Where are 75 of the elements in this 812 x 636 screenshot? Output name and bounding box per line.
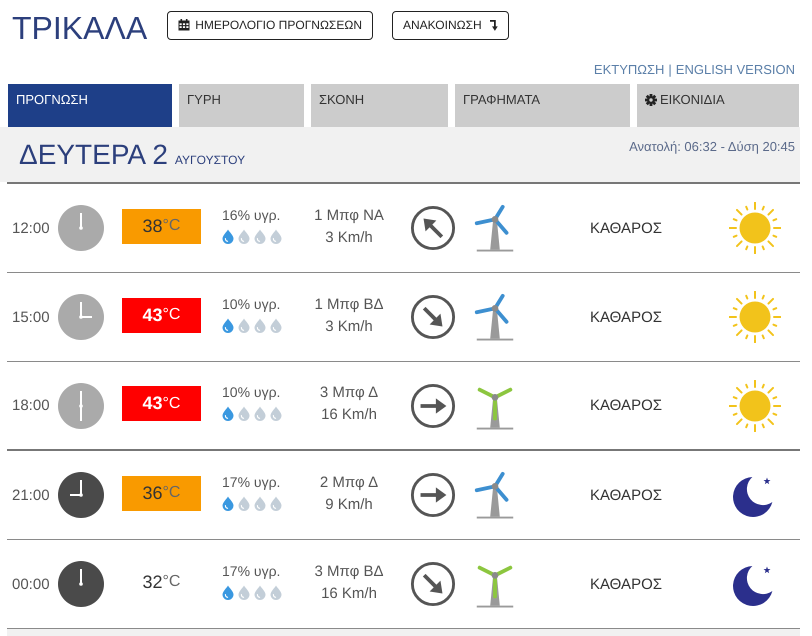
condition-label: ΚΑΘΑΡΟΣ	[590, 308, 662, 326]
month-label: ΑΥΓΟΥΣΤΟΥ	[174, 153, 246, 167]
sun-icon	[729, 380, 781, 432]
water-drop-icon	[238, 496, 250, 510]
wind-speed-label: 3 Km/h	[325, 228, 373, 248]
condition-label: ΚΑΘΑΡΟΣ	[590, 576, 662, 592]
sunrise-sunset-text: Ανατολή: 06:32 - Δύση 20:45	[629, 138, 796, 154]
temperature-value: 32°C	[142, 570, 182, 594]
arrow-circle-icon	[410, 205, 456, 251]
arrow-circle-icon	[410, 472, 456, 518]
time-label: 18:00	[12, 397, 51, 414]
wind-force-label: 3 Μπφ ΒΔ	[314, 562, 384, 582]
day-date: ΔΕΥΤΕΡΑ 2	[19, 139, 168, 171]
water-drop-icon	[222, 318, 234, 332]
header-link[interactable]: ΕΚΤΥΠΩΣΗ	[594, 62, 664, 77]
condition-label: ΚΑΘΑΡΟΣ	[590, 220, 662, 236]
water-drop-icon	[238, 228, 250, 244]
arrow-circle-icon	[410, 382, 456, 428]
sun-icon	[729, 291, 781, 343]
temperature-value: 43°C	[122, 386, 201, 421]
wind-force-label: 1 Μπφ ΝΑ	[314, 206, 384, 226]
humidity-label: 17% υγρ.	[222, 474, 280, 490]
calendar-icon	[178, 19, 190, 31]
water-drop-icon	[222, 406, 234, 421]
condition-label: ΚΑΘΑΡΟΣ	[590, 397, 662, 414]
water-drop-icon	[254, 584, 266, 600]
humidity-label: 10% υγρ.	[222, 296, 280, 312]
temperature-value: 43°C	[122, 298, 201, 332]
condition-label: ΚΑΘΑΡΟΣ	[590, 486, 662, 504]
link-separator: |	[668, 62, 672, 77]
tab[interactable]: ΣΚΟΝΗ	[311, 84, 448, 127]
water-drop-icon	[270, 228, 282, 244]
water-drop-icon	[270, 318, 282, 332]
water-drop-icon	[222, 228, 234, 244]
announcement-button[interactable]: ΑΝΑΚΟΙΝΩΣΗ	[392, 10, 509, 40]
tab[interactable]: ΕΙΚΟΝΙΔΙΑ	[637, 84, 799, 127]
water-drop-icon	[270, 584, 282, 600]
turn-down-arrow-icon	[490, 20, 498, 30]
wind-speed-label: 3 Km/h	[325, 316, 373, 336]
wind-force-label: 1 Μπφ ΒΔ	[314, 294, 384, 314]
temperature-value: 38°C	[122, 208, 201, 244]
water-drop-icon	[254, 228, 266, 244]
water-drop-icon	[238, 584, 250, 600]
wind-speed-label: 16 Km/h	[321, 405, 377, 425]
water-drop-icon	[222, 496, 234, 510]
wind-force-label: 2 Μπφ Δ	[320, 472, 378, 492]
temperature-value: 36°C	[122, 476, 201, 510]
water-drop-icon	[238, 318, 250, 332]
water-drop-icon	[254, 496, 266, 510]
wind-force-label: 3 Μπφ Δ	[320, 383, 378, 403]
tab[interactable]: ΓΥΡΗ	[179, 84, 304, 127]
arrow-circle-icon	[410, 561, 456, 607]
water-drop-icon	[270, 406, 282, 421]
water-drop-icon	[222, 584, 234, 600]
water-drop-icon	[270, 496, 282, 510]
tab[interactable]: ΠΡΟΓΝΩΣΗ	[8, 84, 172, 127]
time-label: 15:00	[12, 308, 51, 326]
time-label: 21:00	[12, 486, 51, 504]
humidity-label: 16% υγρ.	[222, 206, 280, 222]
water-drop-icon	[254, 406, 266, 421]
sun-icon	[729, 202, 781, 254]
water-drop-icon	[238, 406, 250, 421]
header-link[interactable]: ENGLISH VERSION	[676, 62, 795, 77]
city-title: ΤΡΙΚΑΛΑ	[12, 9, 148, 47]
arrow-circle-icon	[410, 294, 456, 340]
water-drop-icon	[254, 318, 266, 332]
tab[interactable]: ΓΡΑΦΗΜΑΤΑ	[455, 84, 630, 127]
wind-speed-label: 16 Km/h	[321, 584, 377, 604]
humidity-label: 17% υγρ.	[222, 562, 280, 578]
humidity-label: 10% υγρ.	[222, 384, 280, 400]
gear-icon	[645, 94, 657, 106]
time-label: 12:00	[12, 220, 51, 236]
forecast-calendar-button[interactable]: ΗΜΕΡΟΛΟΓΙΟ ΠΡΟΓΝΩΣΕΩΝ	[167, 10, 373, 40]
time-label: 00:00	[12, 576, 51, 592]
wind-speed-label: 9 Km/h	[325, 494, 373, 514]
